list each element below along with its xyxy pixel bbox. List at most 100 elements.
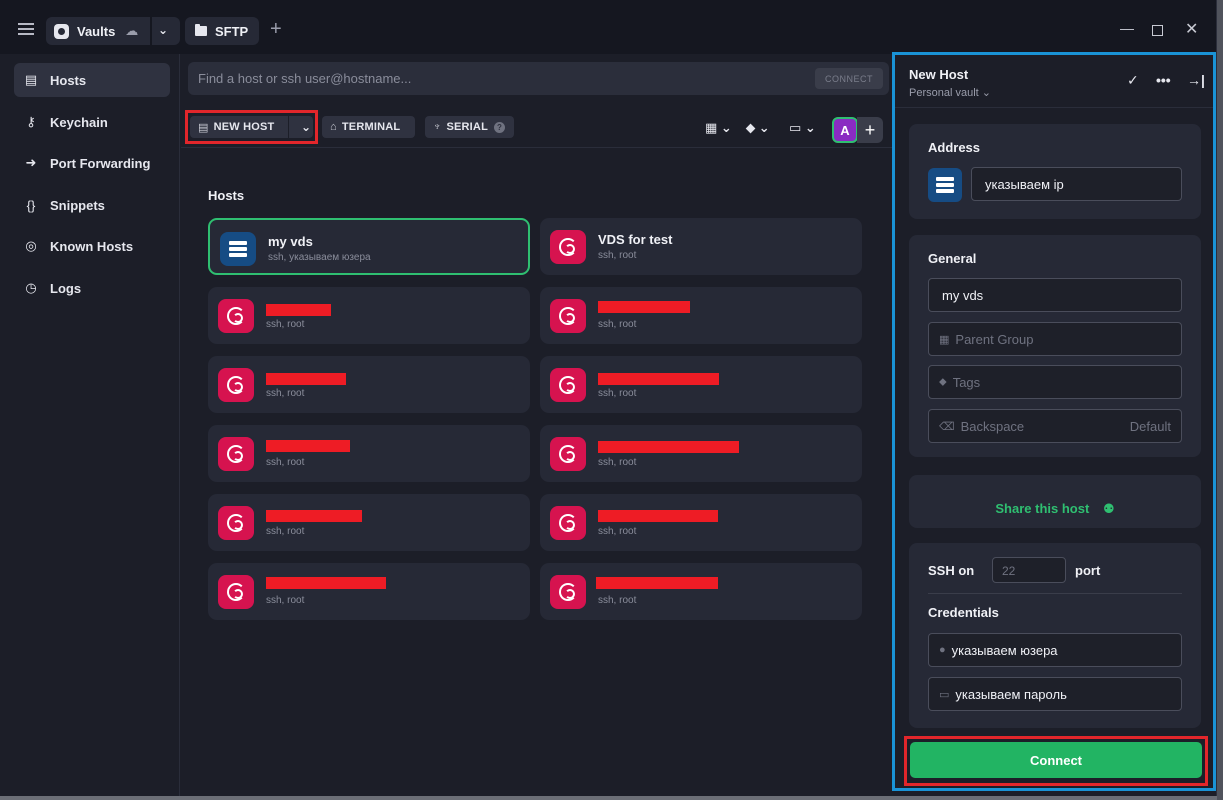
maximize-icon[interactable] — [1152, 25, 1163, 36]
avatar[interactable]: A — [832, 117, 858, 143]
host-subtitle: ssh, root — [598, 526, 637, 537]
key-icon: ⚷ — [26, 114, 36, 129]
search-input[interactable] — [188, 62, 808, 95]
host-card[interactable]: ssh, root — [208, 563, 530, 620]
add-member-button[interactable]: + — [857, 117, 883, 143]
tab-sftp-label: SFTP — [215, 23, 249, 39]
host-card[interactable]: ssh, root — [208, 356, 530, 413]
sidebar-item-snippets[interactable]: {} Snippets — [14, 188, 170, 222]
host-card[interactable]: VDS for test ssh, root — [540, 218, 862, 275]
ssh-on-label: SSH on — [928, 563, 975, 578]
host-card[interactable]: ssh, root — [208, 494, 530, 551]
tag-icon[interactable]: ⬥ ⌄ — [746, 120, 770, 136]
collapse-panel-icon[interactable]: →| — [1187, 72, 1205, 88]
tags-field[interactable]: ⬥ Tags — [928, 365, 1182, 399]
redaction — [266, 577, 386, 589]
share-section[interactable]: Share this host ⚉ — [909, 475, 1201, 528]
password-field[interactable]: ▭ указываем пароль — [928, 677, 1182, 711]
username-field-value: указываем юзера — [951, 642, 1058, 658]
chevron-down-icon[interactable]: ⌄ — [158, 23, 168, 37]
debian-icon — [550, 575, 586, 609]
host-card[interactable]: ssh, root — [208, 425, 530, 482]
debian-icon — [218, 368, 254, 402]
general-label: General — [928, 251, 977, 266]
server-icon — [928, 168, 962, 202]
tab-vaults[interactable]: Vaults ☁ ⌄ — [46, 17, 180, 45]
host-card[interactable]: ssh, root — [540, 356, 862, 413]
grid-view-icon[interactable]: ▦ ⌄ — [705, 120, 732, 136]
more-icon[interactable]: ••• — [1156, 72, 1171, 88]
backspace-default: Default — [1129, 419, 1171, 434]
host-subtitle: ssh, root — [266, 388, 305, 399]
host-subtitle: ssh, root — [598, 595, 637, 606]
password-icon: ▭ — [939, 688, 950, 701]
redaction — [598, 441, 739, 453]
serial-button[interactable]: ♆ SERIAL ? — [425, 116, 514, 138]
tags-placeholder: Tags — [952, 374, 981, 390]
redaction — [596, 577, 718, 589]
sidebar-item-label: Hosts — [50, 72, 87, 88]
address-section: Address указываем ip — [909, 124, 1201, 219]
redaction — [598, 373, 719, 385]
minimize-icon[interactable]: — — [1120, 20, 1134, 36]
connect-highlight: Connect — [904, 736, 1208, 786]
menu-icon[interactable] — [18, 23, 34, 35]
chevron-down-icon: ⌄ — [981, 87, 991, 99]
host-subtitle: ssh, root — [598, 457, 637, 468]
terminal-icon: ⌂ — [330, 121, 337, 133]
host-subtitle: ssh, root — [598, 319, 637, 330]
host-card[interactable]: ssh, root — [540, 425, 862, 482]
host-card[interactable]: my vds ssh, указываем юзера — [208, 218, 530, 275]
terminal-button[interactable]: ⌂ TERMINAL — [322, 116, 415, 138]
app-window: Vaults ☁ ⌄ SFTP + — ✕ ▤ Hosts ⚷ Keychain… — [0, 0, 1217, 796]
search-connect-button[interactable]: CONNECT — [815, 68, 883, 89]
sidebar-item-logs[interactable]: ◷ Logs — [14, 271, 170, 305]
serial-label: SERIAL — [446, 121, 488, 133]
help-icon[interactable]: ? — [494, 121, 505, 133]
vault-selector[interactable]: Personal vault ⌄ — [909, 86, 991, 99]
hosts-icon: ▤ — [24, 72, 38, 87]
redaction — [266, 304, 331, 316]
host-title: VDS for test — [598, 232, 673, 247]
desktop-background — [1217, 0, 1223, 800]
backspace-icon: ⌫ — [939, 420, 955, 433]
sidebar-item-port-forwarding[interactable]: ➜ Port Forwarding — [14, 146, 170, 180]
label-field[interactable]: my vds — [928, 278, 1182, 312]
backspace-field[interactable]: ⌫ Backspace Default — [928, 409, 1182, 443]
add-tab-button[interactable]: + — [270, 19, 282, 39]
host-card[interactable]: ssh, root — [540, 563, 862, 620]
toolbar: ▤ NEW HOST ⌄ ⌂ TERMINAL ♆ SERIAL ? ▦ ⌄ ⬥… — [181, 108, 892, 148]
host-subtitle: ssh, root — [266, 595, 305, 606]
port-field[interactable]: 22 — [992, 557, 1066, 583]
user-icon: ● — [939, 644, 946, 656]
sidebar-item-hosts[interactable]: ▤ Hosts — [14, 63, 170, 97]
redaction — [266, 373, 346, 385]
host-title: my vds — [268, 234, 313, 249]
username-field[interactable]: ● указываем юзера — [928, 633, 1182, 667]
label-field-value: my vds — [942, 287, 984, 303]
password-field-value: указываем пароль — [955, 686, 1067, 702]
main-content: CONNECT ▤ NEW HOST ⌄ ⌂ TERMINAL ♆ SERIAL… — [181, 54, 892, 796]
host-card[interactable]: ssh, root — [208, 287, 530, 344]
parent-group-field[interactable]: ▦ Parent Group — [928, 322, 1182, 356]
host-card[interactable]: ssh, root — [540, 494, 862, 551]
sidebar-item-known-hosts[interactable]: ◎ Known Hosts — [14, 229, 170, 263]
sort-icon[interactable]: ▭ ⌄ — [789, 120, 816, 136]
host-subtitle: ssh, root — [266, 457, 305, 468]
share-button[interactable]: Share this host ⚉ — [909, 501, 1201, 517]
sidebar-item-keychain[interactable]: ⚷ Keychain — [14, 105, 170, 139]
connect-button[interactable]: Connect — [910, 742, 1202, 778]
sidebar: ▤ Hosts ⚷ Keychain ➜ Port Forwarding {} … — [0, 54, 180, 796]
vault-icon — [54, 23, 69, 39]
check-icon[interactable]: ✓ — [1127, 72, 1139, 89]
port-label: port — [1075, 563, 1101, 578]
address-field[interactable]: указываем ip — [971, 167, 1182, 201]
debian-icon — [218, 506, 254, 540]
tab-sftp[interactable]: SFTP — [185, 17, 259, 45]
credentials-label: Credentials — [928, 605, 999, 620]
host-card[interactable]: ssh, root — [540, 287, 862, 344]
new-host-panel: New Host Personal vault ⌄ ✓ ••• →| Addre… — [892, 52, 1216, 791]
panel-header: New Host Personal vault ⌄ ✓ ••• →| — [895, 55, 1213, 108]
sidebar-item-label: Known Hosts — [50, 238, 134, 254]
close-icon[interactable]: ✕ — [1185, 19, 1198, 39]
